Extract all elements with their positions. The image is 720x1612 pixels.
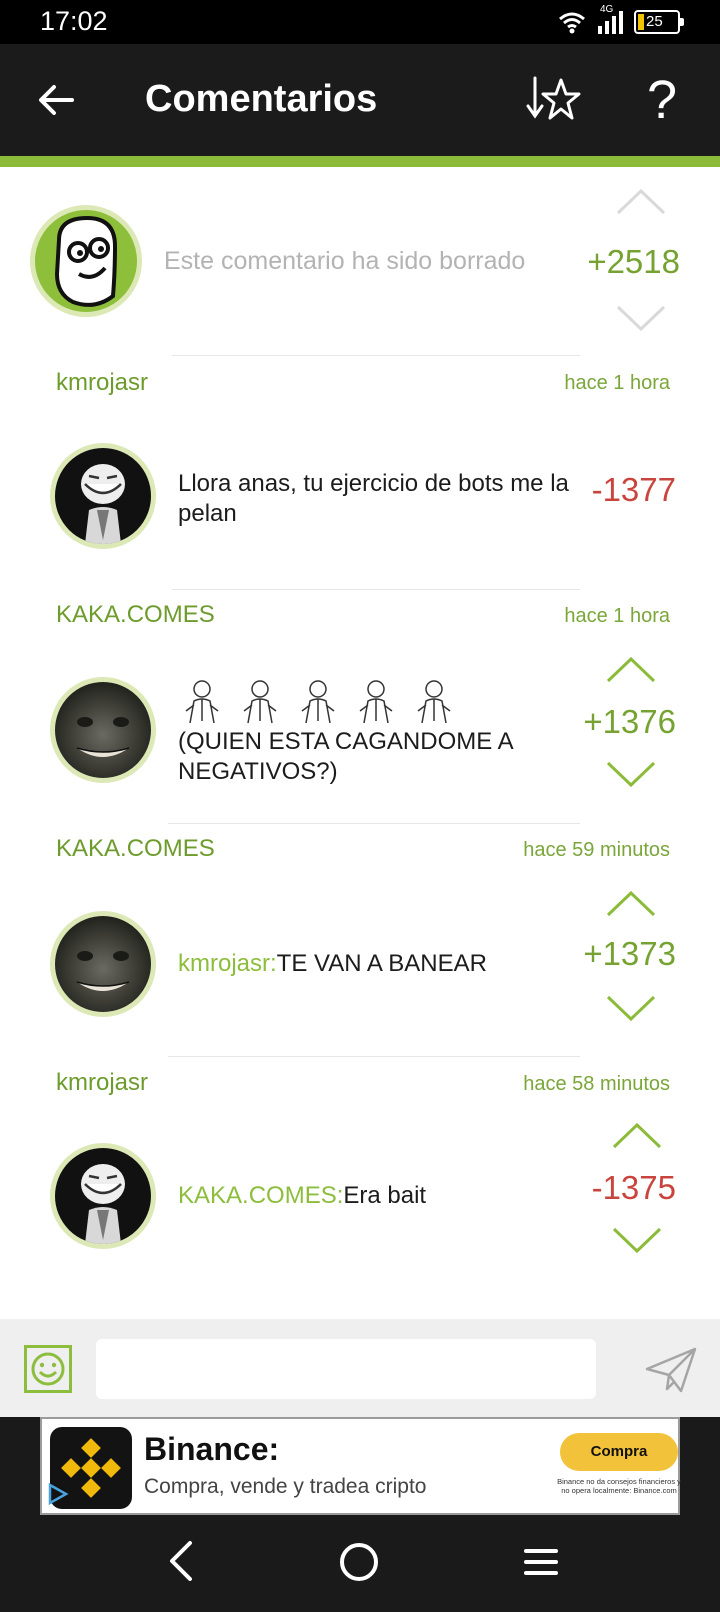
upvote-icon[interactable] (604, 889, 658, 921)
meme-figure-icon (359, 680, 393, 724)
comment-body: Era bait (343, 1182, 427, 1209)
comment-author[interactable]: kmrojasr (56, 1069, 148, 1097)
back-arrow-icon[interactable] (36, 80, 76, 120)
battery-icon: 25 (634, 10, 684, 34)
wifi-icon (559, 12, 585, 34)
divider (172, 355, 580, 356)
avatar[interactable] (50, 677, 156, 783)
ad-disclaimer: Binance no da consejos financieros y no … (557, 1477, 681, 1495)
network-type: 4G (600, 4, 614, 15)
downvote-icon[interactable] (604, 757, 658, 789)
ad-choices-icon[interactable] (46, 1481, 70, 1507)
deleted-comment-text: Este comentario ha sido borrado (164, 247, 526, 275)
comment-timestamp: hace 58 minutos (523, 1073, 670, 1095)
troll-face-icon (81, 464, 125, 544)
status-icons: 4G 25 (558, 4, 684, 36)
battery-level: 25 (646, 13, 663, 30)
send-icon[interactable] (645, 1347, 697, 1393)
ad-title: Binance: (144, 1431, 280, 1467)
avatar[interactable] (50, 911, 156, 1017)
grinning-cat-icon (76, 717, 130, 757)
accent-strip (0, 156, 720, 167)
comment-input[interactable] (96, 1339, 596, 1399)
meme-figure-icon (185, 680, 219, 724)
comment-score: -1375 (591, 1169, 676, 1206)
divider (168, 823, 580, 824)
divider (172, 589, 580, 590)
comment-author[interactable]: KAKA.COMES (56, 835, 215, 863)
nav-home-icon[interactable] (340, 1543, 378, 1581)
avatar[interactable] (30, 205, 142, 317)
avatar[interactable] (50, 443, 156, 549)
comment-text: Llora anas, tu ejercicio de bots me la p… (178, 470, 569, 527)
mention-link[interactable]: KAKA.COMES: (178, 1182, 343, 1209)
system-nav-bar (0, 1515, 720, 1612)
smiley-icon (31, 1352, 65, 1386)
comment-input-bar (0, 1319, 720, 1417)
divider (168, 1056, 580, 1057)
meme-figure-icon (301, 680, 335, 724)
comment-body: TE VAN A BANEAR (276, 950, 487, 977)
upvote-icon[interactable] (614, 187, 668, 219)
meme-figure-icon (243, 680, 277, 724)
comment-score: +1376 (583, 703, 676, 740)
grinning-cat-icon (76, 951, 130, 991)
upvote-icon[interactable] (610, 1121, 664, 1153)
avatar[interactable] (50, 1143, 156, 1249)
comment-text: kmrojasr:TE VAN A BANEAR (178, 949, 573, 979)
comment-author[interactable]: KAKA.COMES (56, 601, 215, 629)
page-title: Comentarios (145, 78, 378, 120)
comment-text: KAKA.COMES:Era bait (178, 1181, 573, 1211)
meme-images-row (178, 677, 468, 725)
comments-list: Este comentario ha sido borrado +2518 km… (0, 167, 720, 1319)
sort-favorite-star-icon[interactable] (525, 72, 581, 128)
comment-timestamp: hace 1 hora (564, 372, 670, 394)
nav-menu-icon[interactable] (524, 1547, 558, 1577)
status-bar: 17:02 4G 25 (0, 0, 720, 44)
comment-author[interactable]: kmrojasr (56, 369, 148, 397)
upvote-icon[interactable] (604, 655, 658, 687)
comment-timestamp: hace 59 minutos (523, 839, 670, 861)
emoji-button[interactable] (24, 1345, 72, 1393)
meme-face-icon (54, 215, 118, 307)
mention-link[interactable]: kmrojasr: (178, 950, 277, 977)
ad-cta-button[interactable]: Compra (560, 1433, 678, 1471)
downvote-icon[interactable] (610, 1223, 664, 1255)
downvote-icon[interactable] (614, 301, 668, 333)
status-time: 17:02 (40, 6, 108, 36)
comment-score: +1373 (583, 935, 676, 972)
nav-back-icon[interactable] (162, 1537, 198, 1585)
help-question-icon[interactable]: ? (640, 70, 684, 130)
ad-subtitle: Compra, vende y tradea cripto (144, 1475, 427, 1498)
ad-banner[interactable]: Binance: Compra, vende y tradea cripto C… (40, 1417, 681, 1515)
troll-face-icon (81, 1164, 125, 1244)
signal-icon: 4G (596, 4, 624, 36)
comment-score: -1377 (591, 471, 676, 508)
app-bar: Comentarios ? (0, 44, 720, 156)
meme-figure-icon (417, 680, 451, 724)
comment-timestamp: hace 1 hora (564, 605, 670, 627)
comment-text: (QUIEN ESTA CAGANDOME A NEGATIVOS?) (178, 728, 513, 785)
downvote-icon[interactable] (604, 991, 658, 1023)
comment-score: +2518 (587, 243, 680, 280)
